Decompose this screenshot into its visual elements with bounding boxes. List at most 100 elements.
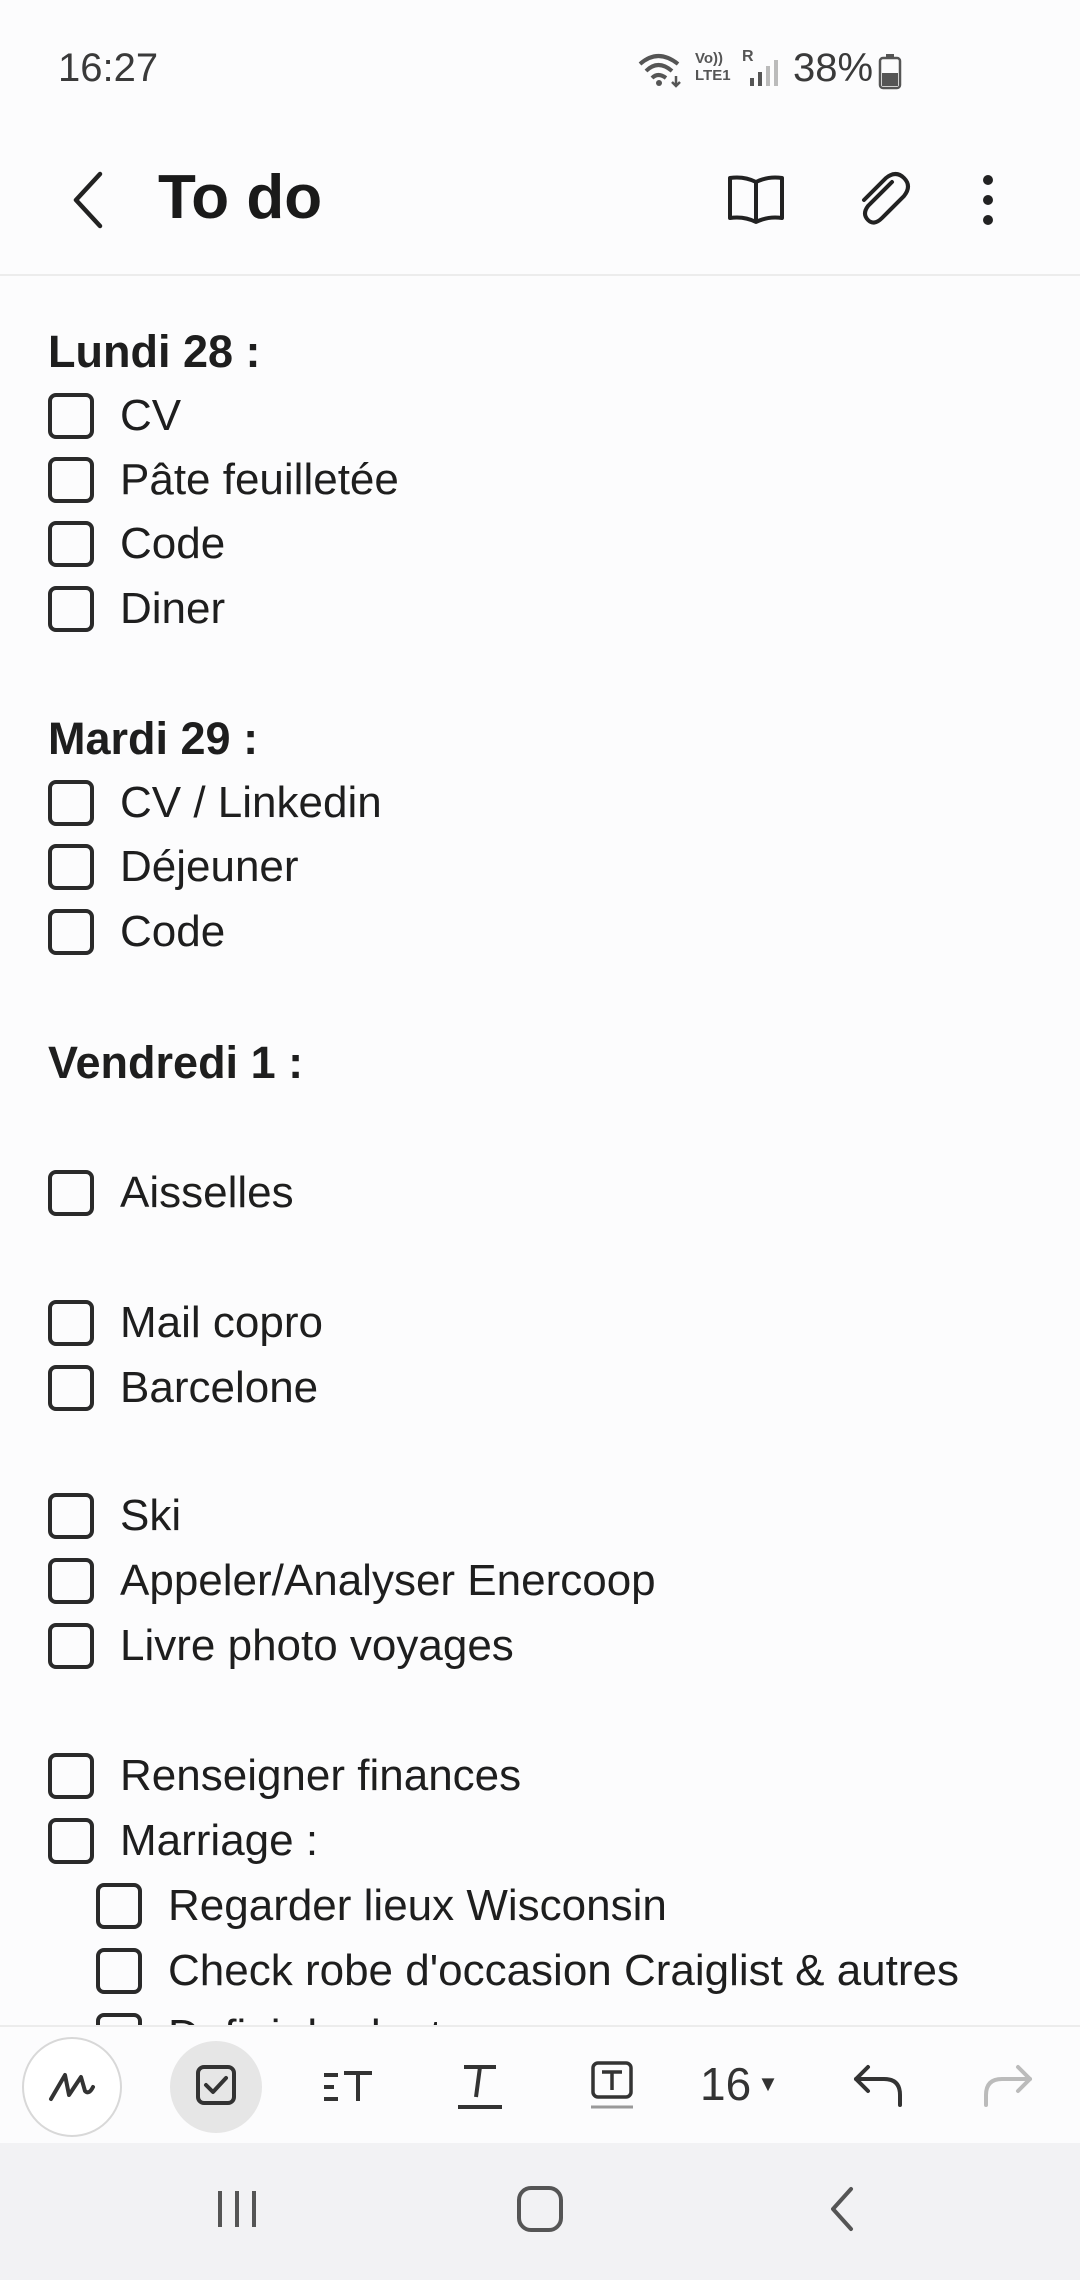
- checkbox[interactable]: [48, 1365, 94, 1411]
- checkbox-button[interactable]: [170, 2041, 262, 2133]
- checklist-item-text: Pâte feuilletée: [120, 455, 399, 504]
- checkbox[interactable]: [48, 844, 94, 890]
- formatting-toolbar: 16 ▼: [0, 2025, 1080, 2145]
- checklist-item[interactable]: Definir budget: [96, 2004, 442, 2025]
- checkbox[interactable]: [48, 393, 94, 439]
- recent-apps-icon: [212, 2187, 262, 2236]
- checkbox[interactable]: [48, 457, 94, 503]
- checklist-item-text: Code: [120, 907, 226, 956]
- checklist-item[interactable]: Check robe d'occasion Craiglist & autres: [96, 1939, 959, 2003]
- text-style-button[interactable]: [430, 2037, 530, 2137]
- section-heading-text: Lundi 28 :: [48, 326, 261, 377]
- chevron-down-icon: ▼: [757, 2071, 779, 2096]
- undo-button[interactable]: [828, 2037, 928, 2137]
- checkbox[interactable]: [48, 1493, 94, 1539]
- checkbox[interactable]: [48, 1818, 94, 1864]
- checklist-item[interactable]: Livre photo voyages: [48, 1614, 514, 1678]
- checkbox[interactable]: [48, 909, 94, 955]
- checkbox[interactable]: [48, 586, 94, 632]
- checklist-item[interactable]: Marriage :: [48, 1809, 318, 1873]
- status-bar: 16:27 Vo)) LTE1 R 38%: [0, 0, 1080, 140]
- checklist-item-text: Déjeuner: [120, 842, 299, 891]
- more-options-button[interactable]: [948, 162, 1028, 242]
- wifi-icon: [636, 50, 686, 95]
- redo-icon: [980, 2061, 1036, 2114]
- paragraph-style-icon: [320, 2063, 376, 2112]
- text-box-button[interactable]: [562, 2037, 662, 2137]
- checklist-item[interactable]: Regarder lieux Wisconsin: [96, 1874, 667, 1938]
- battery-icon: [878, 54, 902, 95]
- attach-button[interactable]: [842, 162, 922, 242]
- more-options-icon: [978, 172, 998, 233]
- navigation-bar: [0, 2143, 1080, 2280]
- back-nav-icon: [823, 2185, 863, 2238]
- section-heading-text: Mardi 29 :: [48, 713, 259, 764]
- checkbox[interactable]: [48, 521, 94, 567]
- handwriting-icon: [45, 2065, 99, 2110]
- app-header: To do: [0, 140, 1080, 276]
- page-title: To do: [158, 163, 323, 232]
- recent-apps-button[interactable]: [192, 2171, 282, 2251]
- checklist-item-text: Check robe d'occasion Craiglist & autres: [168, 1946, 959, 1995]
- checklist-item-text: Livre photo voyages: [120, 1621, 514, 1670]
- checklist-item[interactable]: Déjeuner: [48, 835, 299, 899]
- checklist-item[interactable]: CV: [48, 384, 181, 448]
- home-icon: [515, 2184, 565, 2239]
- reading-mode-icon: [726, 174, 786, 231]
- section-heading[interactable]: Mardi 29 :: [48, 707, 258, 771]
- checklist-item[interactable]: Ski: [48, 1484, 181, 1548]
- checklist-item-text: Barcelone: [120, 1363, 319, 1412]
- redo-button[interactable]: [958, 2037, 1058, 2137]
- checklist-item-text: Definir budget: [168, 2011, 442, 2025]
- text-style-icon: [454, 2059, 506, 2116]
- signal-icon: [748, 58, 780, 93]
- checklist-item-text: Marriage :: [120, 1816, 319, 1865]
- back-nav-button[interactable]: [798, 2171, 888, 2251]
- font-size-selector[interactable]: 16 ▼: [700, 2057, 779, 2111]
- checkbox-icon: [194, 2063, 238, 2112]
- checklist-item[interactable]: Mail copro: [48, 1291, 323, 1355]
- checkbox[interactable]: [96, 1883, 142, 1929]
- checkbox[interactable]: [48, 1558, 94, 1604]
- reading-mode-button[interactable]: [716, 162, 796, 242]
- checklist-item-text: Regarder lieux Wisconsin: [168, 1881, 667, 1930]
- section-heading[interactable]: Vendredi 1 :: [48, 1031, 303, 1095]
- checkbox[interactable]: [96, 1948, 142, 1994]
- checklist-item-text: CV: [120, 391, 182, 440]
- checklist-item-text: Mail copro: [120, 1298, 323, 1347]
- checklist-item[interactable]: Code: [48, 900, 225, 964]
- checklist-item-text: CV / Linkedin: [120, 778, 382, 827]
- checklist-item[interactable]: CV / Linkedin: [48, 771, 382, 835]
- back-icon: [68, 170, 108, 235]
- home-button[interactable]: [495, 2171, 585, 2251]
- section-heading[interactable]: Lundi 28 :: [48, 320, 261, 384]
- checkbox[interactable]: [48, 1753, 94, 1799]
- back-button[interactable]: [56, 164, 120, 240]
- checklist-item-text: Diner: [120, 584, 226, 633]
- checklist-item[interactable]: Pâte feuilletée: [48, 448, 399, 512]
- checkbox[interactable]: [48, 1623, 94, 1669]
- checklist-item-text: Aisselles: [120, 1168, 294, 1217]
- checklist-item[interactable]: Aisselles: [48, 1161, 294, 1225]
- checkbox[interactable]: [48, 1300, 94, 1346]
- checkbox[interactable]: [48, 780, 94, 826]
- paragraph-style-button[interactable]: [298, 2037, 398, 2137]
- handwriting-button[interactable]: [22, 2037, 122, 2137]
- checklist-item-text: Ski: [120, 1491, 182, 1540]
- note-content[interactable]: Lundi 28 : CV Pâte feuilletée Code Diner Mard…: [0, 290, 1080, 2025]
- checklist-item[interactable]: Appeler/Analyser Enercoop: [48, 1549, 656, 1613]
- network-label: Vo)) LTE1: [695, 50, 731, 84]
- checkbox[interactable]: [96, 2013, 142, 2025]
- checklist-item[interactable]: Diner: [48, 577, 225, 641]
- section-heading-text: Vendredi 1 :: [48, 1037, 304, 1088]
- checklist-item-text: Renseigner finances: [120, 1751, 522, 1800]
- checklist-item[interactable]: Barcelone: [48, 1356, 318, 1420]
- font-size-value: 16: [700, 2058, 752, 2110]
- checklist-item[interactable]: Renseigner finances: [48, 1744, 521, 1808]
- battery-level: 38%: [793, 46, 874, 90]
- attach-icon: [852, 170, 912, 235]
- checkbox[interactable]: [48, 1170, 94, 1216]
- checklist-item[interactable]: Code: [48, 512, 225, 576]
- status-time: 16:27: [58, 46, 159, 90]
- text-box-icon: [587, 2059, 637, 2116]
